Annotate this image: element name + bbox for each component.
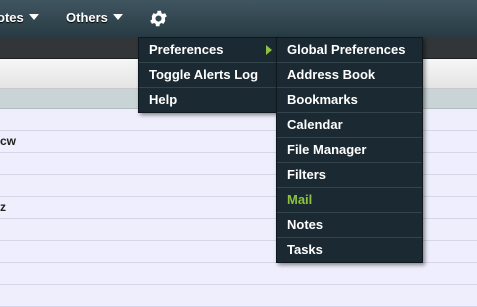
- list-row[interactable]: [0, 263, 477, 285]
- list-row[interactable]: [0, 285, 477, 307]
- menu-item-label: Help: [149, 92, 178, 107]
- submenu-item-bookmarks[interactable]: Bookmarks: [277, 88, 422, 113]
- menu-item-label: Filters: [287, 167, 327, 182]
- menu-item-label: Address Book: [287, 67, 376, 82]
- preferences-submenu: Global Preferences Address Book Bookmark…: [276, 37, 423, 263]
- menu-item-label: Calendar: [287, 117, 343, 132]
- nav-menu-others[interactable]: Others: [66, 10, 123, 26]
- gear-icon[interactable]: [148, 8, 169, 29]
- menu-item-label: Notes: [287, 217, 324, 232]
- menu-item-label: Preferences: [149, 42, 224, 57]
- menu-item-label: Mail: [287, 192, 313, 207]
- menu-item-label: Bookmarks: [287, 92, 358, 107]
- submenu-item-notes[interactable]: Notes: [277, 213, 422, 238]
- caret-down-icon: [112, 14, 123, 20]
- menu-item-label: Global Preferences: [287, 42, 406, 57]
- nav-menu-others-label: Others: [66, 10, 108, 25]
- submenu-arrow-icon: [266, 45, 272, 55]
- submenu-item-mail[interactable]: Mail: [277, 188, 422, 213]
- top-navigation-bar: otes Others: [0, 0, 477, 37]
- submenu-item-address-book[interactable]: Address Book: [277, 63, 422, 88]
- submenu-item-filters[interactable]: Filters: [277, 163, 422, 188]
- gear-dropdown-menu: Preferences Toggle Alerts Log Help: [138, 37, 279, 113]
- menu-item-label: Toggle Alerts Log: [149, 67, 259, 82]
- nav-menu-notes[interactable]: otes: [0, 10, 39, 26]
- submenu-item-calendar[interactable]: Calendar: [277, 113, 422, 138]
- caret-down-icon: [28, 14, 39, 20]
- menu-item-label: Tasks: [287, 242, 323, 257]
- nav-menu-notes-label: otes: [0, 10, 24, 25]
- submenu-item-global-preferences[interactable]: Global Preferences: [277, 38, 422, 63]
- menu-item-preferences[interactable]: Preferences: [139, 38, 278, 63]
- menu-item-label: File Manager: [287, 142, 367, 157]
- menu-item-toggle-alerts-log[interactable]: Toggle Alerts Log: [139, 63, 278, 88]
- list-row-text: cw: [0, 134, 17, 148]
- list-row-text: z: [0, 200, 6, 214]
- menu-item-help[interactable]: Help: [139, 88, 278, 112]
- submenu-item-file-manager[interactable]: File Manager: [277, 138, 422, 163]
- submenu-item-tasks[interactable]: Tasks: [277, 238, 422, 262]
